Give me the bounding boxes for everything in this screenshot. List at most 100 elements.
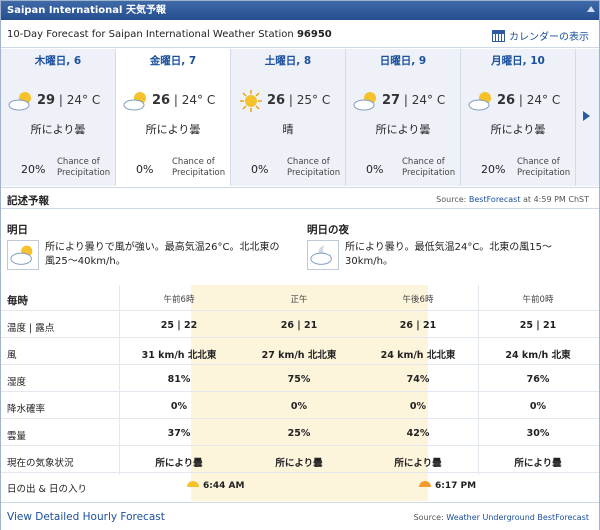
wunderground-link[interactable]: Weather Underground BestForecast — [446, 513, 589, 522]
text-forecast-source: Source: BestForecast at 4:59 PM ChST — [436, 195, 589, 204]
precip-label: Chance of Precipitation — [57, 157, 111, 178]
hourly-heading: 毎時 — [7, 295, 28, 307]
collapse-arrow-icon[interactable] — [587, 6, 595, 12]
station-id: 96950 — [296, 29, 332, 40]
tomorrow-night-forecast: 明日の夜 所により曇り。最低気温24°C。北東の風15〜30km/h。 — [301, 210, 591, 284]
sunny-icon — [240, 90, 262, 112]
time-header: 午前0時 — [522, 295, 554, 305]
precip-value: 20% — [21, 163, 46, 176]
table-cell: 31 km/h 北北東 — [141, 350, 217, 361]
table-cell: 81% — [167, 374, 191, 385]
day-temps: 29 | 24° C — [37, 93, 101, 108]
precip-value: 0% — [251, 163, 269, 176]
day-condition: 所により曇 — [30, 123, 86, 136]
forecast-widget: Saipan International 天気予報 10-Day Forecas… — [0, 0, 600, 530]
table-cell: 25 | 21 — [519, 320, 557, 331]
detailed-hourly-link[interactable]: View Detailed Hourly Forecast — [7, 511, 165, 523]
day-card[interactable]: 日曜日, 9 27 | 24° C 所により曇 0% Chance of Prec… — [346, 49, 461, 186]
table-cell: 30% — [526, 428, 550, 439]
day-condition: 所により曇 — [490, 123, 546, 136]
day-label: 日曜日, 9 — [379, 55, 427, 67]
day-card[interactable]: 木曜日, 6 29 | 24° C 所により曇 20% Chance of Pre… — [1, 49, 116, 186]
table-cell: 0% — [290, 401, 308, 412]
day-label: 金曜日, 7 — [149, 55, 197, 67]
footer-source: Source: Weather Underground BestForecast — [413, 513, 589, 522]
day-card[interactable]: 金曜日, 7 26 | 24° C 所により曇 0% Chance of Prec… — [116, 49, 231, 186]
tomorrow-text: 所により曇りで風が強い。最高気温26°C。北北東の風25〜40km/h。 — [45, 242, 280, 267]
table-cell: 76% — [526, 374, 550, 385]
time-header: 午後6時 — [402, 295, 434, 305]
sun-row-label: 日の出 & 日の入り — [7, 484, 87, 495]
precip-row: 降水確率 0% 0% 0% 0% — [1, 393, 599, 419]
sunrise: 6:44 AM — [187, 481, 244, 491]
table-cell: 所により曇 — [155, 458, 203, 469]
text-forecast-header: 記述予報 Source: BestForecast at 4:59 PM ChS… — [1, 187, 599, 209]
sunset: 6:17 PM — [419, 481, 476, 491]
partly-cloudy-icon — [468, 92, 491, 111]
day-label: 木曜日, 6 — [34, 55, 82, 67]
table-cell: 42% — [406, 428, 430, 439]
precip-label: Chance of Precipitation — [287, 157, 341, 178]
partly-cloudy-icon — [8, 92, 31, 111]
wind-row: 風 31 km/h 北北東 27 km/h 北北東 24 km/h 北北東 24… — [1, 339, 599, 365]
next-days-button[interactable] — [576, 49, 599, 186]
day-card[interactable]: 月曜日, 10 26 | 24° C 所により曇 20% Chance of Pr… — [461, 49, 576, 186]
humidity-row: 湿度 81% 75% 74% 76% — [1, 366, 599, 392]
precip-chance: 0% Chance of Precipitation — [116, 155, 230, 183]
text-forecast-heading: 記述予報 — [7, 195, 49, 207]
day-condition: 晴 — [282, 123, 294, 136]
conditions-row: 現在の気象状況 所により曇 所により曇 所により曇 所により曇 — [1, 447, 599, 473]
hourly-table: 毎時 午前6時 正午 午後6時 午前0時 温度 | 露点 25 | 22 26 … — [1, 285, 599, 501]
tomorrow-night-text: 所により曇り。最低気温24°C。北東の風15〜30km/h。 — [345, 242, 553, 267]
precip-chance: 20% Chance of Precipitation — [1, 155, 115, 183]
cloud-cover-row: 雲量 37% 25% 42% 30% — [1, 420, 599, 446]
precip-value: 0% — [366, 163, 384, 176]
sunrise-icon — [187, 481, 199, 487]
table-cell: 26 | 21 — [280, 320, 318, 331]
time-header: 午前6時 — [163, 295, 195, 305]
table-cell: 24 km/h 北東 — [505, 350, 571, 361]
text-forecast: 明日 所により曇りで風が強い。最高気温26°C。北北東の風25〜40km/h。 … — [1, 210, 599, 284]
day-label: 月曜日, 10 — [491, 55, 545, 67]
table-cell: 0% — [170, 401, 188, 412]
day-temps: 26 | 25° C — [267, 93, 331, 108]
arrow-right-icon — [583, 111, 590, 121]
footer: View Detailed Hourly Forecast Source: We… — [1, 502, 599, 530]
hourly-header-row: 毎時 午前6時 正午 午後6時 午前0時 — [1, 285, 599, 311]
temp-dewpoint-row: 温度 | 露点 25 | 22 26 | 21 26 | 21 25 | 21 — [1, 312, 599, 338]
table-cell: 25 | 22 — [160, 320, 198, 331]
day-condition: 所により曇 — [375, 123, 431, 136]
tomorrow-title: 明日 — [7, 224, 28, 236]
precip-chance: 20% Chance of Precipitation — [461, 155, 575, 183]
table-cell: 所により曇 — [514, 458, 562, 469]
row-label: 湿度 — [7, 377, 27, 388]
row-label: 雲量 — [7, 431, 27, 442]
sunset-icon — [419, 481, 431, 487]
precip-value: 0% — [136, 163, 154, 176]
day-card[interactable]: 土曜日, 8 26 | 25° C 晴 0% Chance of Precipit… — [231, 49, 346, 186]
precip-label: Chance of Precipitation — [517, 157, 571, 178]
table-cell: 26 | 21 — [399, 320, 437, 331]
tomorrow-night-title: 明日の夜 — [307, 224, 349, 236]
table-cell: 75% — [287, 374, 311, 385]
precip-value: 20% — [481, 163, 506, 176]
partly-cloudy-icon — [353, 92, 376, 111]
bestforecast-link[interactable]: BestForecast — [469, 195, 521, 204]
table-cell: 0% — [529, 401, 547, 412]
day-temps: 26 | 24° C — [152, 93, 216, 108]
row-label: 温度 | 露点 — [7, 323, 55, 334]
window-title-bar: Saipan International 天気予報 — [1, 1, 599, 20]
precip-label: Chance of Precipitation — [402, 157, 456, 178]
table-cell: 所により曇 — [394, 458, 442, 469]
tomorrow-forecast: 明日 所により曇りで風が強い。最高気温26°C。北北東の風25〜40km/h。 — [1, 210, 291, 284]
table-cell: 74% — [406, 374, 430, 385]
table-cell: 25% — [287, 428, 311, 439]
calendar-link[interactable]: カレンダーの表示 — [492, 28, 589, 43]
day-label: 土曜日, 8 — [264, 55, 312, 67]
day-condition: 所により曇 — [145, 123, 201, 136]
row-label: 風 — [7, 350, 17, 361]
table-cell: 24 km/h 北北東 — [380, 350, 456, 361]
forecast-title: 10-Day Forecast for Saipan International… — [7, 29, 332, 40]
forecast-header: 10-Day Forecast for Saipan International… — [1, 21, 599, 48]
day-strip: 木曜日, 6 29 | 24° C 所により曇 20% Chance of Pre… — [1, 49, 576, 186]
